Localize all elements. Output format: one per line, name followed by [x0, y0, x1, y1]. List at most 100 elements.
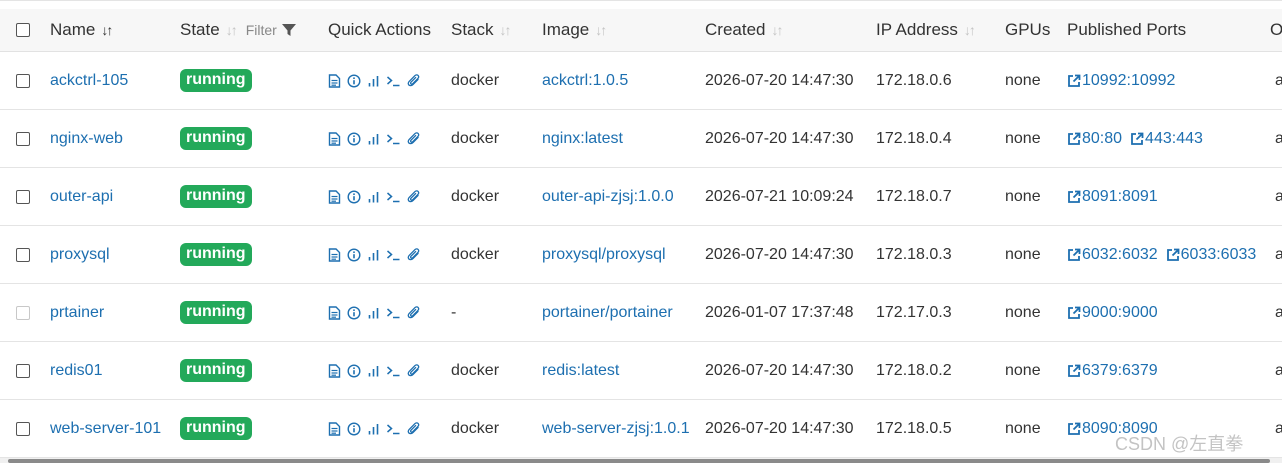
sort-icon[interactable]: ↓↑ — [226, 22, 238, 38]
gpus-value: none — [1005, 187, 1041, 205]
image-link[interactable]: outer-api-zjsj:1.0.0 — [542, 188, 674, 206]
stats-icon[interactable] — [367, 422, 380, 436]
attach-icon[interactable] — [407, 131, 421, 146]
column-header-name[interactable]: Name ↓↑ — [50, 9, 113, 51]
image-link[interactable]: redis:latest — [542, 362, 619, 380]
stats-icon[interactable] — [367, 190, 380, 204]
logs-icon[interactable] — [328, 189, 341, 204]
console-icon[interactable] — [386, 190, 401, 204]
attach-icon[interactable] — [407, 305, 421, 320]
inspect-icon[interactable] — [347, 305, 361, 320]
image-link[interactable]: nginx:latest — [542, 130, 623, 148]
console-icon[interactable] — [386, 248, 401, 262]
horizontal-scrollbar[interactable] — [0, 458, 1282, 463]
logs-icon[interactable] — [328, 73, 341, 88]
logs-icon[interactable] — [328, 305, 341, 320]
sort-icon[interactable]: ↓↑ — [595, 22, 607, 38]
sort-icon[interactable]: ↓↑ — [964, 22, 976, 38]
logs-icon[interactable] — [328, 131, 341, 146]
container-name-link[interactable]: proxysql — [50, 246, 110, 264]
console-icon[interactable] — [386, 364, 401, 378]
row-select-cell — [0, 168, 44, 225]
container-name-link[interactable]: web-server-101 — [50, 420, 161, 438]
container-name-link[interactable]: redis01 — [50, 362, 102, 380]
sort-icon[interactable]: ↓↑ — [500, 22, 512, 38]
attach-icon[interactable] — [407, 421, 421, 436]
published-port-link[interactable]: 6033:6033 — [1166, 246, 1256, 264]
logs-icon[interactable] — [328, 363, 341, 378]
inspect-icon[interactable] — [347, 73, 361, 88]
container-name-link[interactable]: nginx-web — [50, 130, 123, 148]
published-port-link[interactable]: 6032:6032 — [1067, 246, 1158, 264]
attach-icon[interactable] — [407, 363, 421, 378]
inspect-icon[interactable] — [347, 363, 361, 378]
column-header-created[interactable]: Created ↓↑ — [705, 9, 783, 51]
filter-label[interactable]: Filter — [246, 22, 277, 38]
inspect-icon[interactable] — [347, 421, 361, 436]
sort-desc-icon[interactable]: ↓↑ — [101, 22, 113, 38]
console-icon[interactable] — [386, 74, 401, 88]
published-port-link[interactable]: 9000:9000 — [1067, 304, 1158, 322]
image-link[interactable]: proxysql/proxysql — [542, 246, 666, 264]
column-header-image[interactable]: Image ↓↑ — [542, 9, 607, 51]
published-port-label: 6379:6379 — [1082, 361, 1158, 379]
stack-value: docker — [451, 361, 500, 379]
logs-icon[interactable] — [328, 421, 341, 436]
published-port-link[interactable]: 8091:8091 — [1067, 188, 1158, 206]
published-ports: 8091:8091 — [1067, 168, 1166, 225]
image-link[interactable]: web-server-zjsj:1.0.1 — [542, 420, 690, 438]
console-icon[interactable] — [386, 306, 401, 320]
column-header-state[interactable]: State ↓↑ Filter — [180, 9, 297, 51]
stack-value: - — [451, 303, 457, 321]
attach-icon[interactable] — [407, 189, 421, 204]
status-badge: running — [180, 359, 252, 382]
stats-icon[interactable] — [367, 364, 380, 378]
console-icon[interactable] — [386, 132, 401, 146]
column-header-gpus: GPUs — [1005, 9, 1050, 51]
published-port-link[interactable]: 6379:6379 — [1067, 362, 1158, 380]
stats-icon[interactable] — [367, 74, 380, 88]
owner-value: a — [1275, 188, 1282, 206]
column-header-ip[interactable]: IP Address ↓↑ — [876, 9, 976, 51]
stats-icon[interactable] — [367, 132, 380, 146]
table-row: prtainer running - portainer/portainer 2026-… — [0, 284, 1282, 342]
inspect-icon[interactable] — [347, 247, 361, 262]
table-row: ackctrl-105 running docker ackctrl:1.0.5 202… — [0, 52, 1282, 110]
sort-icon[interactable]: ↓↑ — [771, 22, 783, 38]
row-checkbox[interactable] — [16, 73, 30, 88]
column-header-owner-label: O — [1270, 20, 1282, 39]
published-port-link[interactable]: 10992:10992 — [1067, 72, 1175, 90]
external-link-icon — [1067, 74, 1082, 88]
image-link[interactable]: portainer/portainer — [542, 304, 673, 322]
column-header-owner[interactable]: O — [1270, 9, 1282, 51]
select-all-checkbox[interactable] — [16, 23, 30, 37]
status-badge: running — [180, 243, 252, 266]
container-name-link[interactable]: prtainer — [50, 304, 104, 322]
row-checkbox[interactable] — [16, 421, 30, 436]
logs-icon[interactable] — [328, 247, 341, 262]
column-header-stack[interactable]: Stack ↓↑ — [451, 9, 512, 51]
external-link-icon — [1067, 190, 1082, 204]
table-row: proxysql running docker proxysql/proxysql 20… — [0, 226, 1282, 284]
scrollbar-thumb[interactable] — [8, 459, 1270, 463]
filter-icon[interactable] — [281, 22, 297, 38]
row-checkbox[interactable] — [16, 131, 30, 146]
inspect-icon[interactable] — [347, 189, 361, 204]
container-name-link[interactable]: ackctrl-105 — [50, 72, 128, 90]
row-checkbox[interactable] — [16, 247, 30, 262]
inspect-icon[interactable] — [347, 131, 361, 146]
row-select-cell — [0, 52, 44, 109]
row-checkbox[interactable] — [16, 363, 30, 378]
stats-icon[interactable] — [367, 306, 380, 320]
stats-icon[interactable] — [367, 248, 380, 262]
console-icon[interactable] — [386, 422, 401, 436]
published-port-link[interactable]: 443:443 — [1130, 130, 1203, 148]
row-select-cell — [0, 342, 44, 399]
published-port-link[interactable]: 80:80 — [1067, 130, 1122, 148]
container-name-link[interactable]: outer-api — [50, 188, 113, 206]
column-header-state-label: State — [180, 20, 220, 39]
image-link[interactable]: ackctrl:1.0.5 — [542, 72, 628, 90]
attach-icon[interactable] — [407, 247, 421, 262]
attach-icon[interactable] — [407, 73, 421, 88]
row-checkbox[interactable] — [16, 189, 30, 204]
